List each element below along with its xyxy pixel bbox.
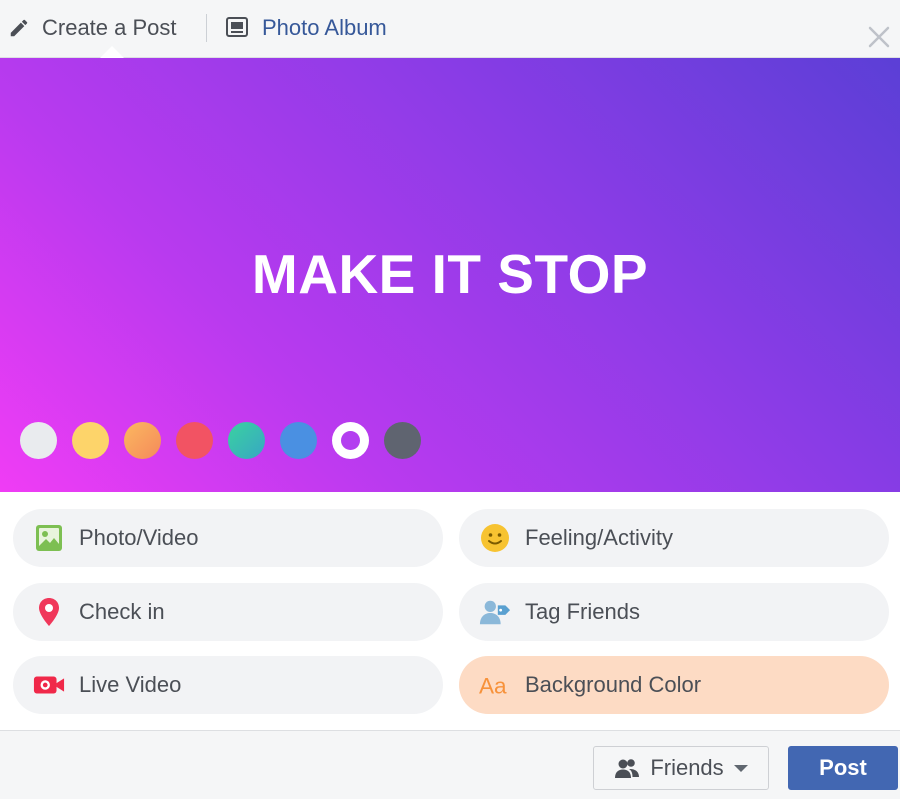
swatch-teal[interactable] xyxy=(228,422,265,459)
tab-photo-album-label: Photo Album xyxy=(262,15,387,40)
chevron-down-icon xyxy=(733,764,748,772)
tab-create-post-label: Create a Post xyxy=(42,15,177,40)
svg-text:Aa: Aa xyxy=(479,673,507,698)
post-button[interactable]: Post xyxy=(788,746,898,790)
live-video-button[interactable]: Live Video xyxy=(13,656,443,714)
check-in-label: Check in xyxy=(79,599,165,624)
composer-footer: Friends Post xyxy=(0,730,900,799)
live-video-label: Live Video xyxy=(79,672,182,697)
tag-friends-button[interactable]: Tag Friends xyxy=(459,583,889,641)
video-camera-icon xyxy=(33,669,65,701)
text-aa-icon: Aa xyxy=(479,669,511,701)
tag-friends-label: Tag Friends xyxy=(525,599,640,624)
close-icon xyxy=(868,26,890,48)
active-tab-pointer xyxy=(100,46,124,58)
composer-actions: Photo/Video Feeling/Activity Check in Ta… xyxy=(0,492,900,730)
background-color-button[interactable]: Aa Background Color xyxy=(459,656,889,714)
photo-video-label: Photo/Video xyxy=(79,525,199,550)
feeling-activity-label: Feeling/Activity xyxy=(525,525,673,550)
post-text[interactable]: MAKE IT STOP xyxy=(0,242,900,306)
tab-divider xyxy=(206,14,207,42)
background-swatches xyxy=(20,422,421,459)
tag-friends-icon xyxy=(479,596,511,628)
check-in-button[interactable]: Check in xyxy=(13,583,443,641)
swatch-red[interactable] xyxy=(176,422,213,459)
tab-photo-album[interactable]: Photo Album xyxy=(226,0,387,56)
post-canvas[interactable]: MAKE IT STOP xyxy=(0,58,900,492)
smiley-icon xyxy=(479,522,511,554)
swatch-dark-gray[interactable] xyxy=(384,422,421,459)
swatch-orange[interactable] xyxy=(124,422,161,459)
composer-header: Create a Post Photo Album xyxy=(0,0,900,58)
photo-video-button[interactable]: Photo/Video xyxy=(13,509,443,567)
swatch-blue[interactable] xyxy=(280,422,317,459)
location-pin-icon xyxy=(33,596,65,628)
feeling-activity-button[interactable]: Feeling/Activity xyxy=(459,509,889,567)
friends-icon xyxy=(615,759,640,778)
pencil-icon xyxy=(10,19,28,37)
swatch-yellow[interactable] xyxy=(72,422,109,459)
background-color-label: Background Color xyxy=(525,672,702,697)
photo-icon xyxy=(33,522,65,554)
audience-selector[interactable]: Friends xyxy=(593,746,769,790)
album-icon xyxy=(226,17,248,37)
swatch-selected-indicator xyxy=(341,431,360,450)
tab-create-post[interactable]: Create a Post xyxy=(8,0,177,56)
swatch-light-gray[interactable] xyxy=(20,422,57,459)
audience-label: Friends xyxy=(650,755,724,780)
swatch-purple-selected[interactable] xyxy=(332,422,369,459)
close-button[interactable] xyxy=(864,22,894,52)
